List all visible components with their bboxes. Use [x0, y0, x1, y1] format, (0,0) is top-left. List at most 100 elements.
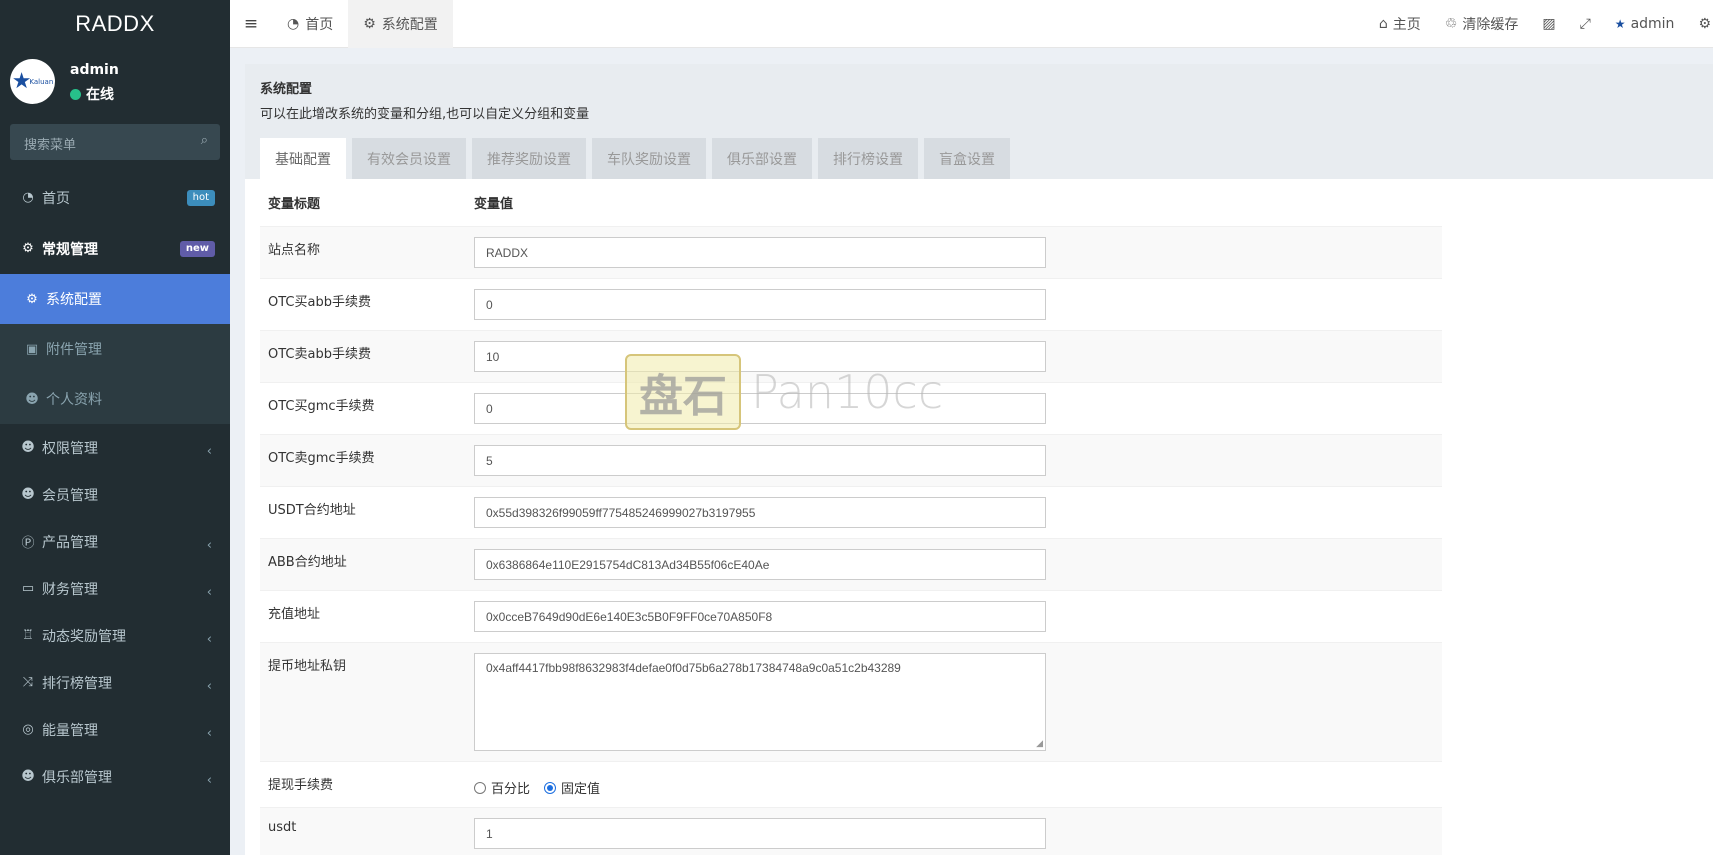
menu-toggle-icon[interactable]: ≡	[230, 14, 272, 34]
app-logo[interactable]: RADDX	[0, 0, 230, 48]
sidebar-item-label: 常规管理	[42, 241, 98, 258]
cogs-icon: ⚙	[1698, 16, 1711, 32]
row-label: 提币地址私钥	[268, 659, 347, 674]
fullscreen-button[interactable]: ⤢	[1568, 0, 1603, 48]
radio-fixed-circle[interactable]	[544, 781, 557, 794]
home-label: 主页	[1392, 17, 1421, 33]
language-button[interactable]: ▨	[1530, 0, 1567, 48]
tab-home[interactable]: ◔ 首页	[272, 0, 348, 48]
tab-blind-box[interactable]: 盲盒设置	[924, 138, 1010, 179]
sidebar-menu: ◔ 首页 hot ⚙ 常规管理 new ⚙ 系统配置 ▣ 附件管理 ☻ 个人资料…	[0, 172, 230, 800]
user-icon: ☻	[25, 391, 39, 407]
row-label: ABB合约地址	[268, 555, 347, 570]
avatar: ★ Kaluan	[10, 59, 55, 104]
sidebar-item-members[interactable]: ☻ 会员管理	[0, 471, 230, 518]
deposit-address-input[interactable]: 0x0cceB7649d90dE6e140E3c5B0F9FF0ce70A850…	[474, 601, 1046, 632]
image-icon: ▣	[25, 341, 39, 357]
sidebar-item-attachments[interactable]: ▣ 附件管理	[0, 324, 230, 374]
table-row: OTC买abb手续费 0	[260, 278, 1442, 330]
table-row: 站点名称 RADDX	[260, 226, 1442, 278]
radio-percentage[interactable]: 百分比	[474, 778, 530, 797]
sidebar-item-label: 财务管理	[42, 581, 98, 598]
trophy-icon: ♖	[22, 628, 34, 643]
private-key-textarea[interactable]: 0x4aff4417fbb98f8632983f4defae0f0d75b6a2…	[474, 653, 1046, 751]
table-row: OTC卖gmc手续费 5	[260, 434, 1442, 486]
private-key-value: 0x4aff4417fbb98f8632983f4defae0f0d75b6a2…	[486, 661, 901, 675]
sidebar-item-home[interactable]: ◔ 首页 hot	[0, 172, 230, 223]
sidebar-item-profile[interactable]: ☻ 个人资料	[0, 374, 230, 424]
page-title: 系统配置	[260, 82, 313, 97]
user-menu[interactable]: ★ admin	[1603, 0, 1687, 48]
top-header: ≡ ◔ 首页 ⚙ 系统配置 ⌂ 主页 ♲ 清除缓存 ▨ ⤢ ★ admin ⚙	[230, 0, 1713, 48]
expand-icon: ⤢	[1579, 16, 1591, 32]
user-status: 在线	[70, 84, 114, 104]
sidebar-item-finance[interactable]: ▭ 财务管理 ‹	[0, 565, 230, 612]
menu-search-input[interactable]: 搜索菜单 ⌕	[10, 124, 220, 160]
sidebar-item-label: 权限管理	[42, 440, 98, 457]
sidebar-item-clubs[interactable]: ☻ 俱乐部管理 ‹	[0, 753, 230, 800]
chevron-left-icon: ‹	[206, 538, 212, 553]
user-icon: ☻	[21, 487, 35, 502]
otc-buy-gmc-fee-input[interactable]: 0	[474, 393, 1046, 424]
header-right: ⌂ 主页 ♲ 清除缓存 ▨ ⤢ ★ admin ⚙	[1367, 0, 1713, 48]
chevron-left-icon: ‹	[206, 585, 212, 600]
table-row: usdt 1	[260, 807, 1442, 855]
resize-grip-icon[interactable]: ◢	[1036, 738, 1043, 749]
random-icon: ⤨	[22, 675, 34, 690]
sidebar-item-label: 动态奖励管理	[42, 628, 126, 645]
gear-icon: ⚙	[363, 15, 376, 32]
otc-sell-gmc-fee-input[interactable]: 5	[474, 445, 1046, 476]
tab-system-config[interactable]: ⚙ 系统配置	[348, 0, 453, 48]
radio-fixed-label: 固定值	[561, 782, 601, 797]
abb-contract-input[interactable]: 0x6386864e110E2915754dC813Ad34B55f06cE40…	[474, 549, 1046, 580]
sidebar-item-system-config[interactable]: ⚙ 系统配置	[0, 274, 230, 324]
settings-button[interactable]: ⚙	[1686, 0, 1713, 48]
cogs-icon: ⚙	[22, 241, 34, 256]
sidebar-item-label: 会员管理	[42, 487, 98, 504]
sidebar-item-label: 首页	[42, 190, 70, 207]
table-row: ABB合约地址 0x6386864e110E2915754dC813Ad34B5…	[260, 538, 1442, 590]
page-description: 可以在此增改系统的变量和分组,也可以自定义分组和变量	[260, 107, 590, 122]
usdt-input[interactable]: 1	[474, 818, 1046, 849]
radio-fixed[interactable]: 固定值	[544, 778, 600, 797]
table-header: 变量标题 变量值	[260, 179, 1442, 226]
col-title-header: 变量标题	[268, 197, 321, 212]
sidebar-item-products[interactable]: Ⓟ 产品管理 ‹	[0, 518, 230, 565]
tab-valid-member[interactable]: 有效会员设置	[352, 138, 466, 179]
hot-badge: hot	[186, 190, 215, 206]
sidebar-item-leaderboard[interactable]: ⤨ 排行榜管理 ‹	[0, 659, 230, 706]
life-ring-icon: ◎	[22, 722, 34, 737]
panel-heading: 系统配置 可以在此增改系统的变量和分组,也可以自定义分组和变量 基础配置 有效会…	[245, 64, 1713, 179]
sidebar-item-permissions[interactable]: ☻ 权限管理 ‹	[0, 424, 230, 471]
row-label: 站点名称	[268, 243, 321, 258]
sidebar-item-label: 附件管理	[46, 342, 102, 358]
otc-buy-abb-fee-input[interactable]: 0	[474, 289, 1046, 320]
sidebar-item-dynamic-rewards[interactable]: ♖ 动态奖励管理 ‹	[0, 612, 230, 659]
tab-referral-reward[interactable]: 推荐奖励设置	[472, 138, 586, 179]
usdt-contract-input[interactable]: 0x55d398326f99059ff775485246999027b31979…	[474, 497, 1046, 528]
row-label: 提现手续费	[268, 778, 334, 793]
col-value-header: 变量值	[474, 197, 514, 212]
config-tabs: 基础配置 有效会员设置 推荐奖励设置 车队奖励设置 俱乐部设置 排行榜设置 盲盒…	[260, 138, 1010, 179]
clear-cache-button[interactable]: ♲ 清除缓存	[1433, 0, 1531, 48]
row-label: OTC卖abb手续费	[268, 347, 371, 362]
radio-percentage-circle[interactable]	[474, 781, 486, 794]
sidebar-item-label: 系统配置	[46, 292, 102, 308]
sidebar-item-general[interactable]: ⚙ 常规管理 new	[0, 223, 230, 274]
sidebar-item-label: 能量管理	[42, 722, 98, 739]
tab-club[interactable]: 俱乐部设置	[712, 138, 812, 179]
group-icon: ☻	[21, 440, 35, 455]
search-icon[interactable]: ⌕	[201, 133, 208, 148]
credit-card-icon: ▭	[21, 581, 35, 596]
user-panel: ★ Kaluan admin 在线	[0, 48, 230, 118]
home-link[interactable]: ⌂ 主页	[1367, 0, 1433, 48]
tab-team-reward[interactable]: 车队奖励设置	[592, 138, 706, 179]
otc-sell-abb-fee-input[interactable]: 10	[474, 341, 1046, 372]
sidebar-item-energy[interactable]: ◎ 能量管理 ‹	[0, 706, 230, 753]
translate-icon: ▨	[1542, 16, 1556, 32]
sidebar: RADDX ★ Kaluan admin 在线 搜索菜单 ⌕ ◔ 首页 hot …	[0, 0, 230, 855]
site-name-input[interactable]: RADDX	[474, 237, 1046, 268]
radio-percentage-label: 百分比	[491, 782, 531, 797]
tab-leaderboard[interactable]: 排行榜设置	[818, 138, 918, 179]
tab-basic-config[interactable]: 基础配置	[260, 138, 346, 179]
